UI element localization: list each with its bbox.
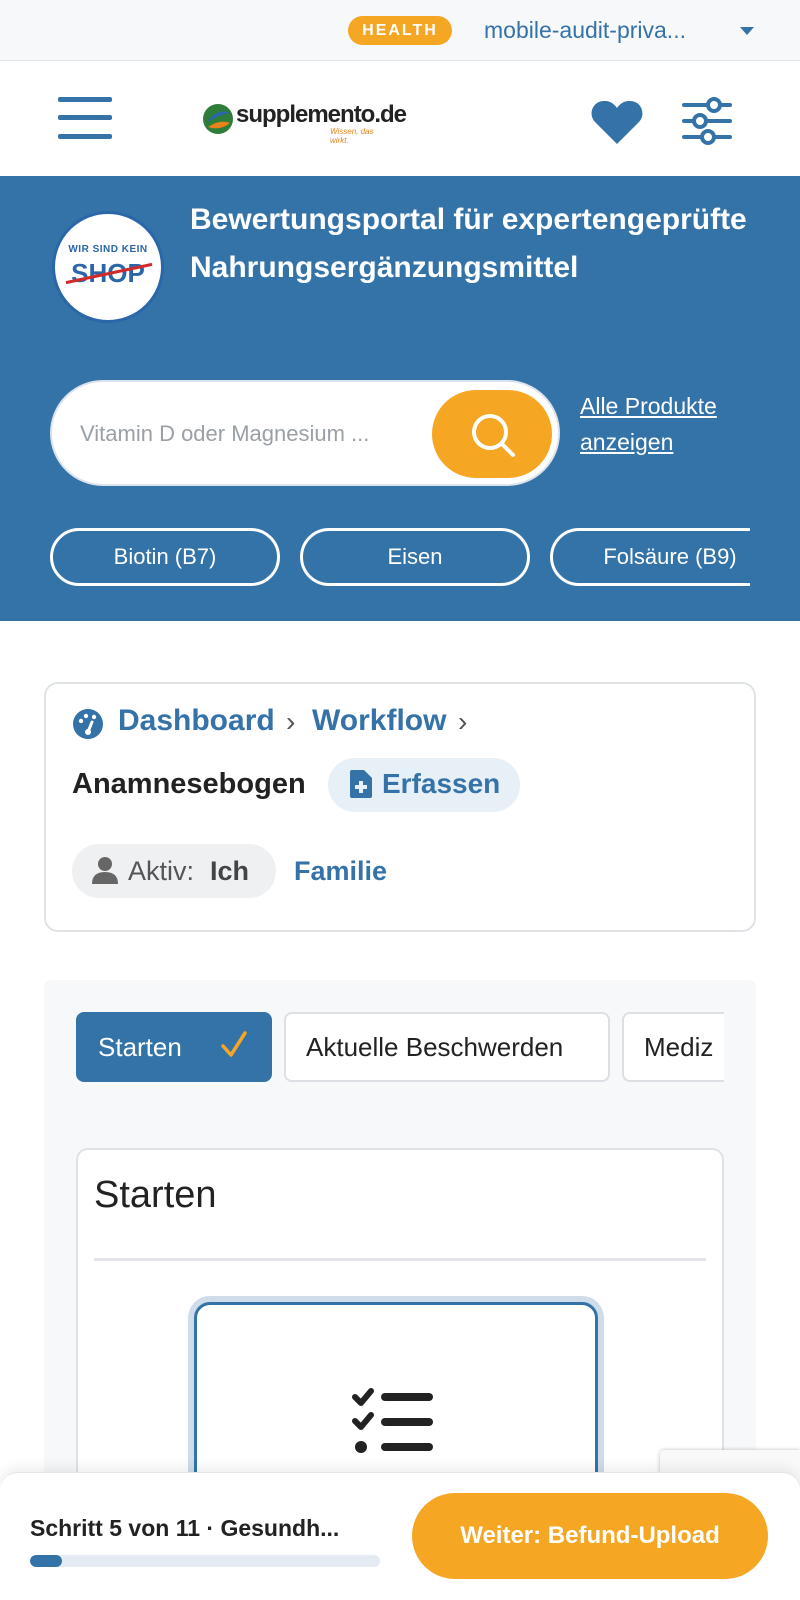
file-plus-icon: [350, 770, 372, 798]
menu-icon[interactable]: [58, 97, 112, 139]
erfassen-button[interactable]: Erfassen: [328, 758, 520, 812]
chevron-down-icon[interactable]: [740, 27, 754, 35]
dashboard-icon: [73, 709, 103, 739]
site-header: supplemento.de Wissen, das wirkt.: [0, 61, 800, 176]
bottom-progress-bar: Schritt 5 von 11 · Gesundh... Weiter: Be…: [0, 1472, 800, 1600]
logo-tagline: Wissen, das wirkt.: [330, 127, 374, 145]
search-box: [50, 380, 560, 486]
logo-text: supplemento.de: [236, 101, 407, 128]
active-value: Ich: [210, 856, 250, 886]
search-button[interactable]: [432, 390, 552, 478]
chip-biotin[interactable]: Biotin (B7): [50, 528, 280, 586]
chip-folsaeure[interactable]: Folsäure (B9): [550, 528, 750, 586]
step-tabs: Starten Aktuelle Beschwerden Mediz: [74, 1010, 724, 1086]
logo-icon: [203, 104, 233, 134]
breadcrumb-current: Anamnesebogen: [72, 768, 306, 800]
progress-fill: [30, 1555, 62, 1567]
step-progress-label: Schritt 5 von 11 · Gesundh...: [30, 1515, 340, 1541]
all-products-link[interactable]: Alle Produkte anzeigen: [580, 388, 770, 460]
account-switcher[interactable]: mobile-audit-priva...: [484, 14, 686, 46]
active-label: Aktiv:: [128, 856, 195, 886]
tab-label: Starten: [98, 1032, 182, 1062]
tab-medizin[interactable]: Mediz: [622, 1012, 724, 1082]
heart-icon[interactable]: [590, 100, 644, 146]
family-link[interactable]: Familie: [294, 856, 387, 887]
tab-starten[interactable]: Starten: [76, 1012, 272, 1082]
active-profile-pill: Aktiv: Ich: [72, 844, 276, 898]
tab-aktuelle-beschwerden[interactable]: Aktuelle Beschwerden: [284, 1012, 610, 1082]
health-badge: HEALTH: [348, 16, 452, 45]
search-input[interactable]: [80, 412, 410, 456]
erfassen-label: Erfassen: [382, 768, 501, 799]
quick-chips: Biotin (B7) Eisen Folsäure (B9): [0, 516, 750, 596]
badge-small-text: WIR SIND KEIN: [68, 244, 148, 255]
breadcrumb-card: Dashboard › Workflow › Anamnesebogen Erf…: [44, 682, 756, 932]
breadcrumb-separator: ›: [286, 706, 296, 737]
next-step-button[interactable]: Weiter: Befund-Upload: [412, 1493, 768, 1579]
step-title: Starten: [94, 1174, 217, 1216]
chip-eisen[interactable]: Eisen: [300, 528, 530, 586]
divider: [94, 1258, 706, 1261]
breadcrumb-dashboard[interactable]: Dashboard: [118, 704, 275, 738]
top-bar: HEALTH mobile-audit-priva...: [0, 0, 800, 61]
list-check-icon: [352, 1388, 433, 1453]
hero-title: Bewertungsportal für expertengeprüfte Na…: [190, 203, 747, 284]
filter-icon[interactable]: [682, 97, 732, 145]
user-icon: [92, 857, 118, 884]
hero-banner: WIR SIND KEIN SHOP Bewertungsportal für …: [0, 176, 800, 621]
breadcrumb-separator: ›: [458, 706, 468, 737]
check-icon: [221, 1031, 247, 1057]
search-icon: [472, 414, 515, 457]
logo[interactable]: supplemento.de Wissen, das wirkt.: [202, 99, 407, 145]
breadcrumb-workflow[interactable]: Workflow: [312, 704, 446, 738]
progress-track: [30, 1555, 380, 1567]
no-shop-badge: WIR SIND KEIN SHOP: [52, 211, 164, 323]
